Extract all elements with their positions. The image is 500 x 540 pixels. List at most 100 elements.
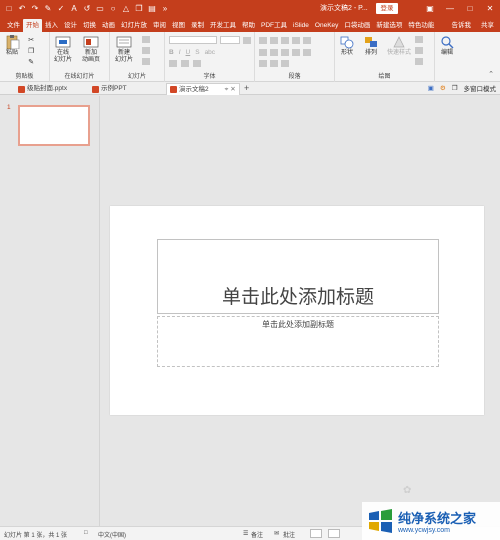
- title-placeholder[interactable]: 单击此处添加标题: [157, 239, 439, 314]
- new-tab-icon[interactable]: +: [244, 83, 249, 93]
- minimize-button[interactable]: —: [440, 0, 460, 17]
- close-button[interactable]: ✕: [480, 0, 500, 17]
- format-painter-icon[interactable]: ✎: [28, 58, 34, 66]
- text-box-icon[interactable]: ▤: [147, 4, 157, 14]
- tab-12[interactable]: PDF工具: [258, 19, 290, 32]
- font-name-combo[interactable]: [169, 36, 217, 44]
- format-painter-icon[interactable]: ✎: [43, 4, 53, 14]
- strikethrough-button[interactable]: S: [195, 49, 199, 56]
- redo-icon[interactable]: ↷: [30, 4, 40, 14]
- multi-window-icon[interactable]: ❐: [452, 84, 458, 92]
- shadow-button[interactable]: abc: [205, 49, 215, 56]
- comments-button[interactable]: 批注: [283, 530, 295, 539]
- login-button[interactable]: 登录: [376, 3, 398, 14]
- columns-icon[interactable]: [303, 49, 311, 56]
- language-status[interactable]: 中文(中国): [98, 530, 126, 539]
- tab-2[interactable]: 插入: [42, 19, 61, 32]
- slide-thumbnail[interactable]: [18, 105, 90, 146]
- shape-effects-icon[interactable]: [415, 58, 423, 65]
- undo-arrow-icon[interactable]: ↺: [82, 4, 92, 14]
- tab-10[interactable]: 开发工具: [207, 19, 239, 32]
- tab-14[interactable]: OneKey: [312, 19, 342, 32]
- online-slides-button[interactable]: 在线 幻灯片: [54, 35, 72, 64]
- bullets-icon[interactable]: [259, 37, 267, 44]
- tab-11[interactable]: 帮助: [239, 19, 258, 32]
- tab-16[interactable]: 新建选项: [373, 19, 405, 32]
- section-icon[interactable]: [142, 58, 150, 65]
- copy-icon[interactable]: ❐: [134, 4, 144, 14]
- add-animation-page-button[interactable]: 新加 动画页: [82, 35, 100, 64]
- font-color-icon[interactable]: [169, 60, 177, 67]
- doc-tab-2[interactable]: 演示文稿2 ⌖ ✕: [166, 83, 240, 95]
- slide[interactable]: 单击此处添加标题 单击此处添加副标题: [110, 206, 484, 415]
- tab-0[interactable]: 文件: [4, 19, 23, 32]
- circle-icon[interactable]: ○: [108, 4, 118, 14]
- text-direction-icon[interactable]: [259, 60, 267, 67]
- cut-icon[interactable]: ✂: [28, 36, 34, 44]
- font-size-combo[interactable]: [220, 36, 240, 44]
- tab-13[interactable]: iSlide: [290, 19, 312, 32]
- normal-view-button[interactable]: [310, 529, 322, 538]
- tell-me-search[interactable]: 告诉我: [452, 19, 472, 29]
- align-text-icon[interactable]: [270, 60, 278, 67]
- tab-1[interactable]: 开始: [23, 19, 42, 32]
- grow-font-icon[interactable]: [243, 36, 251, 44]
- tab-6[interactable]: 幻灯片放: [118, 19, 150, 32]
- outdent-icon[interactable]: [292, 37, 300, 44]
- ribbon-display-icon[interactable]: ▣: [420, 0, 440, 17]
- shape-outline-icon[interactable]: [415, 47, 423, 54]
- lock-icon[interactable]: ▣: [428, 84, 434, 92]
- doc-tab-0[interactable]: 级贴封面.pptx: [18, 83, 67, 95]
- highlight-icon[interactable]: [181, 60, 189, 67]
- quick-styles-button[interactable]: 快速样式: [387, 35, 411, 57]
- tab-5[interactable]: 动画: [99, 19, 118, 32]
- undo-icon[interactable]: ↶: [17, 4, 27, 14]
- align-right-icon[interactable]: [281, 49, 289, 56]
- tab-7[interactable]: 审阅: [150, 19, 169, 32]
- new-slide-button[interactable]: 新建 幻灯片: [115, 35, 133, 64]
- tab-17[interactable]: 特色功能: [405, 19, 437, 32]
- indent-icon[interactable]: [281, 37, 289, 44]
- save-icon[interactable]: □: [4, 4, 14, 14]
- align-left-icon[interactable]: [259, 49, 267, 56]
- shape-fill-icon[interactable]: [415, 36, 423, 43]
- close-tab-icon[interactable]: ✕: [230, 84, 235, 96]
- collapse-ribbon-icon[interactable]: ⌃: [488, 70, 494, 78]
- subtitle-placeholder[interactable]: 单击此处添加副标题: [157, 316, 439, 367]
- align-center-icon[interactable]: [270, 49, 278, 56]
- triangle-icon[interactable]: △: [121, 4, 131, 14]
- shape-icon[interactable]: ▭: [95, 4, 105, 14]
- layout-icon[interactable]: [142, 36, 150, 43]
- more-icon[interactable]: »: [160, 4, 170, 14]
- tab-9[interactable]: 录制: [188, 19, 207, 32]
- numbering-icon[interactable]: [270, 37, 278, 44]
- tab-4[interactable]: 切换: [80, 19, 99, 32]
- shapes-button[interactable]: 形状: [339, 35, 355, 57]
- font-a-icon[interactable]: A: [69, 4, 79, 14]
- edit-button[interactable]: 编辑: [439, 35, 455, 57]
- underline-button[interactable]: U: [186, 49, 191, 56]
- maximize-button[interactable]: □: [460, 0, 480, 17]
- tab-15[interactable]: 口袋动画: [341, 19, 373, 32]
- slide-sorter-button[interactable]: [328, 529, 340, 538]
- accessibility-icon[interactable]: □: [84, 530, 88, 536]
- reset-icon[interactable]: [142, 47, 150, 54]
- bold-button[interactable]: B: [169, 49, 174, 56]
- notes-button[interactable]: 备注: [251, 530, 263, 539]
- clear-format-icon[interactable]: [193, 60, 201, 67]
- settings-icon[interactable]: ⚙: [440, 84, 446, 92]
- smartart-icon[interactable]: [281, 60, 289, 67]
- doc-tab-1[interactable]: 示例PPT: [92, 83, 127, 95]
- spellcheck-icon[interactable]: ✓: [56, 4, 66, 14]
- multi-window-label[interactable]: 多窗口模式: [464, 83, 497, 93]
- tab-3[interactable]: 设计: [61, 19, 80, 32]
- justify-icon[interactable]: [292, 49, 300, 56]
- copy-icon[interactable]: ❐: [28, 47, 34, 55]
- pin-icon[interactable]: ⌖: [225, 84, 229, 96]
- paste-button[interactable]: 粘贴: [4, 35, 20, 57]
- line-spacing-icon[interactable]: [303, 37, 311, 44]
- italic-button[interactable]: I: [179, 49, 181, 56]
- arrange-button[interactable]: 排列: [363, 35, 379, 57]
- tab-8[interactable]: 视图: [169, 19, 188, 32]
- share-button[interactable]: 共享: [481, 19, 494, 29]
